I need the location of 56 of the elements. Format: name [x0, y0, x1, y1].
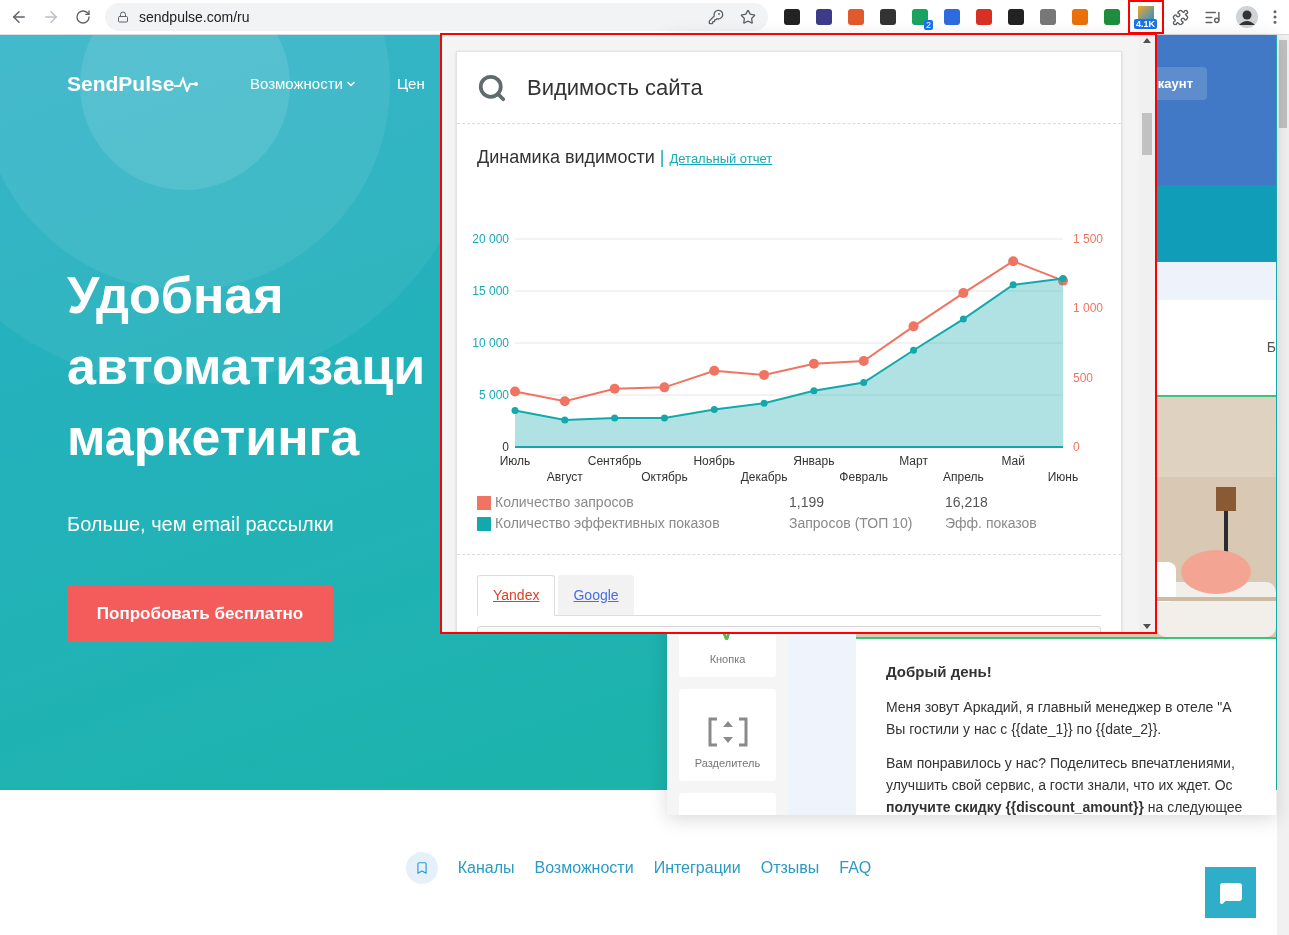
try-free-button[interactable]: Попробовать бесплатно	[67, 585, 333, 642]
hero-headline: Удобная автоматизаци маркетинга	[67, 265, 426, 468]
url-text: sendpulse.com/ru	[139, 7, 250, 27]
stat-value: 1,199	[789, 493, 826, 512]
axis-label: Январь	[793, 454, 835, 468]
section-link[interactable]: Интеграции	[653, 856, 741, 880]
axis-label: Июль	[499, 454, 531, 468]
address-bar[interactable]: sendpulse.com/ru	[105, 3, 768, 31]
cut-text: Б	[1266, 338, 1276, 357]
tool-tile[interactable]: Разделитель	[679, 689, 776, 781]
extension-badge: 2	[924, 20, 933, 30]
legend-label: Количество запросов	[495, 493, 634, 512]
title-separator: |	[659, 146, 665, 169]
axis-label: 15 000	[472, 284, 509, 298]
email-paragraph: Меня зовут Аркадий, я главный менеджер в отеле "А Вы гостили у нас с {{date_1}} по {{date_2}}.	[886, 697, 1233, 739]
axis-label: 10 000	[472, 336, 509, 350]
tool-label: Кнопка	[709, 651, 746, 667]
logo[interactable]: SendPulse	[67, 68, 175, 100]
axis-label: Декабрь	[740, 470, 788, 484]
axis-label: Апрель	[943, 470, 984, 484]
nav-link[interactable]: Возможности	[250, 72, 357, 96]
axis-label: 0	[502, 440, 509, 454]
axis-label: Ноябрь	[693, 454, 736, 468]
email-paragraph: Вам понравилось у нас? Поделитесь впечатлениями, улучшить свой сервис, а гости знали, что их ждет. Ос получите скидку {{discount_amount}} на следующее	[886, 753, 1244, 817]
nav-link[interactable]: Цен	[396, 72, 425, 96]
axis-label: 0	[1073, 440, 1080, 454]
section-title: Динамика видимости	[477, 146, 655, 169]
tab[interactable]: Yandex	[477, 575, 556, 616]
axis-label: Март	[899, 454, 928, 468]
axis-label: Сентябрь	[587, 454, 642, 468]
section-link[interactable]: FAQ	[839, 856, 872, 880]
account-button[interactable]: каунт	[1155, 67, 1207, 100]
axis-label: Октябрь	[641, 470, 688, 484]
axis-label: 500	[1073, 370, 1094, 385]
popup-title: Видимость сайта	[527, 74, 703, 102]
email-greeting: Добрый день!	[886, 662, 993, 682]
axis-label: Июнь	[1047, 470, 1079, 484]
axis-label: 20 000	[472, 232, 509, 246]
stat-label: Эфф. показов	[945, 514, 1038, 533]
tab[interactable]: Google	[558, 575, 634, 615]
section-link[interactable]: Каналы	[457, 856, 515, 880]
section-link[interactable]: Отзывы	[760, 856, 820, 880]
axis-label: 1 000	[1073, 301, 1104, 316]
axis-label: 1 500	[1073, 232, 1104, 246]
legend-label: Количество эффективных показов	[495, 514, 720, 533]
axis-label: 5 000	[478, 388, 509, 402]
axis-label: Февраль	[839, 470, 889, 484]
axis-label: Август	[546, 470, 583, 484]
stat-label: Запросов (ТОП 10)	[789, 514, 914, 533]
stat-value: 16,218	[945, 493, 989, 512]
section-link[interactable]: Возможности	[534, 856, 634, 880]
tool-label: Разделитель	[694, 755, 761, 771]
hero-subtitle: Больше, чем email рассылки	[67, 512, 334, 537]
axis-label: Май	[1001, 454, 1025, 468]
extension-badge: 4.1K	[1134, 19, 1157, 29]
report-link[interactable]: Детальный отчет	[669, 149, 773, 169]
